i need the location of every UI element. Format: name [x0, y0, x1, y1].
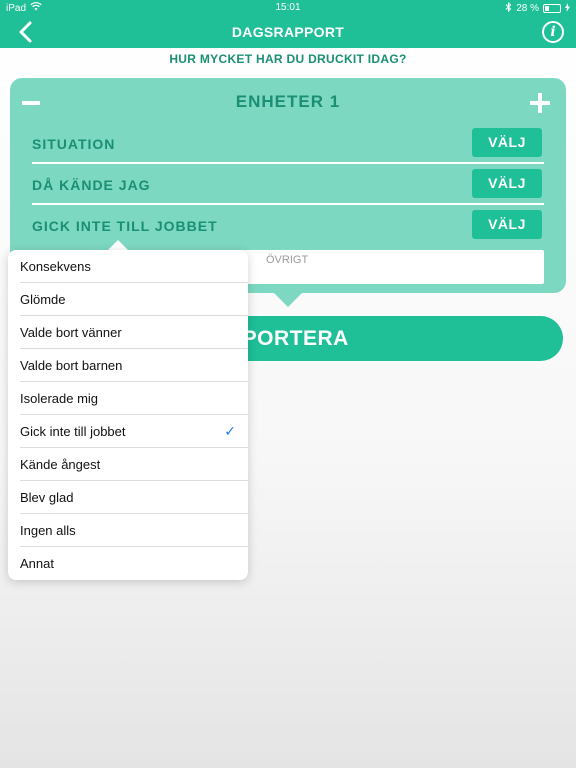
choose-button-situation[interactable]: VÄLJ [472, 128, 542, 157]
option-label: Ingen alls [20, 523, 76, 538]
battery-percent: 28 % [516, 3, 539, 14]
option-item-selected[interactable]: Gick inte till jobbet ✓ [8, 415, 248, 448]
card-pointer [274, 293, 302, 307]
battery-fill [545, 6, 550, 11]
bluetooth-icon [505, 1, 512, 15]
option-label: Annat [20, 556, 54, 571]
checkmark-icon: ✓ [224, 423, 236, 439]
units-label: ENHETER 1 [235, 92, 341, 111]
choose-button-feeling[interactable]: VÄLJ [472, 169, 542, 198]
option-item[interactable]: Valde bort barnen [8, 349, 248, 382]
plus-icon[interactable] [530, 93, 550, 113]
option-item[interactable]: Annat [8, 547, 248, 580]
row-label: DÅ KÄNDE JAG [32, 177, 151, 193]
option-item[interactable]: Glömde [8, 283, 248, 316]
options-popover: Konsekvens Glömde Valde bort vänner Vald… [8, 250, 248, 580]
info-icon: i [550, 24, 556, 40]
option-label: Gick inte till jobbet [20, 424, 126, 439]
option-item[interactable]: Isolerade mig [8, 382, 248, 415]
status-right: 28 % [505, 1, 570, 15]
row-feeling: DÅ KÄNDE JAG VÄLJ [32, 164, 544, 205]
option-item[interactable]: Konsekvens [8, 250, 248, 283]
option-item[interactable]: Ingen alls [8, 514, 248, 547]
option-label: Valde bort barnen [20, 358, 123, 373]
battery-icon [543, 4, 561, 13]
row-label: GICK INTE TILL JOBBET [32, 218, 218, 234]
option-item[interactable]: Valde bort vänner [8, 316, 248, 349]
option-item[interactable]: Blev glad [8, 481, 248, 514]
row-label: SITUATION [32, 136, 116, 152]
option-label: Blev glad [20, 490, 74, 505]
bolt-icon [565, 2, 570, 15]
nav-bar: DAGSRAPPORT i [0, 16, 576, 48]
row-situation: SITUATION VÄLJ [32, 123, 544, 164]
info-button[interactable]: i [542, 21, 564, 43]
question-heading: HUR MYCKET HAR DU DRUCKIT IDAG? [169, 52, 407, 66]
status-bar: iPad 15:01 28 % [0, 0, 576, 16]
option-label: Kände ångest [20, 457, 101, 472]
popover-arrow [108, 240, 128, 250]
option-label: Konsekvens [20, 259, 91, 274]
option-label: Isolerade mig [20, 391, 99, 406]
option-label: Glömde [20, 292, 66, 307]
option-item[interactable]: Kände ångest [8, 448, 248, 481]
option-label: Valde bort vänner [20, 325, 122, 340]
page-title: DAGSRAPPORT [231, 24, 345, 40]
choose-button-consequence[interactable]: VÄLJ [472, 210, 542, 239]
status-time: 15:01 [275, 2, 301, 13]
other-placeholder: ÖVRIGT [266, 254, 309, 266]
